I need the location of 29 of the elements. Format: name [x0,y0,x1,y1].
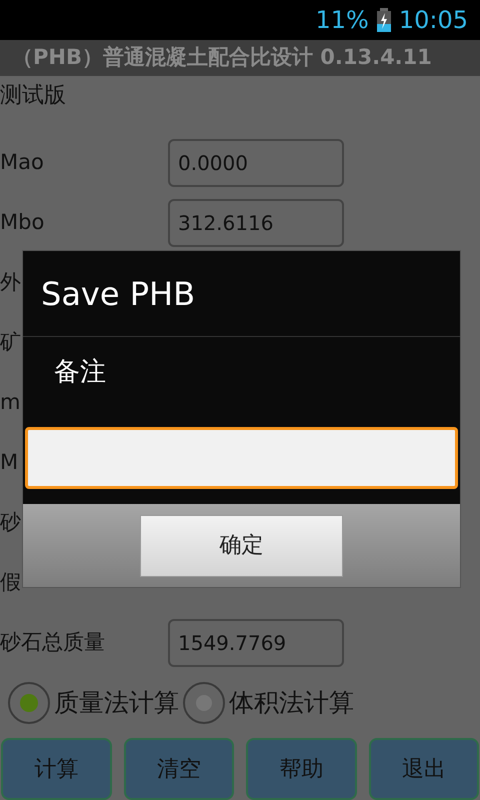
battery-percent: 11% [315,5,369,36]
field-label: 砂 [0,510,21,534]
field-label: M [0,450,18,474]
dialog-message: 备注 [54,356,106,388]
field-label: 假 [0,570,21,594]
field-label: 砂石总质量 [0,630,105,654]
app-title: （PHB）普通混凝土配合比设计 0.13.4.11 [12,44,432,72]
action-button[interactable]: 清空 [124,738,234,800]
battery-charging-icon [376,8,391,32]
clock: 10:05 [398,5,468,36]
input-field[interactable]: 1549.7769 [168,619,344,667]
version-label: 测试版 [0,82,66,110]
action-button[interactable]: 退出 [368,738,479,800]
input-field[interactable]: 312.6116 [168,199,344,247]
field-label: 外 [0,270,21,294]
radio-button[interactable] [183,682,225,724]
action-button[interactable]: 计算 [1,738,112,800]
input-field[interactable]: 0.0000 [168,139,344,187]
dialog-title: Save PHB [41,274,196,314]
confirm-button[interactable]: 确定 [140,514,343,576]
field-label: m [0,390,20,414]
field-label: Mao [0,150,44,174]
radio-button[interactable] [8,682,50,724]
input-field[interactable] [25,427,458,489]
radio-label: 体积法计算 [229,686,354,719]
field-label: Mbo [0,210,44,234]
action-button[interactable]: 帮助 [246,738,356,800]
radio-label: 质量法计算 [54,686,179,719]
field-label: 矿 [0,330,21,354]
